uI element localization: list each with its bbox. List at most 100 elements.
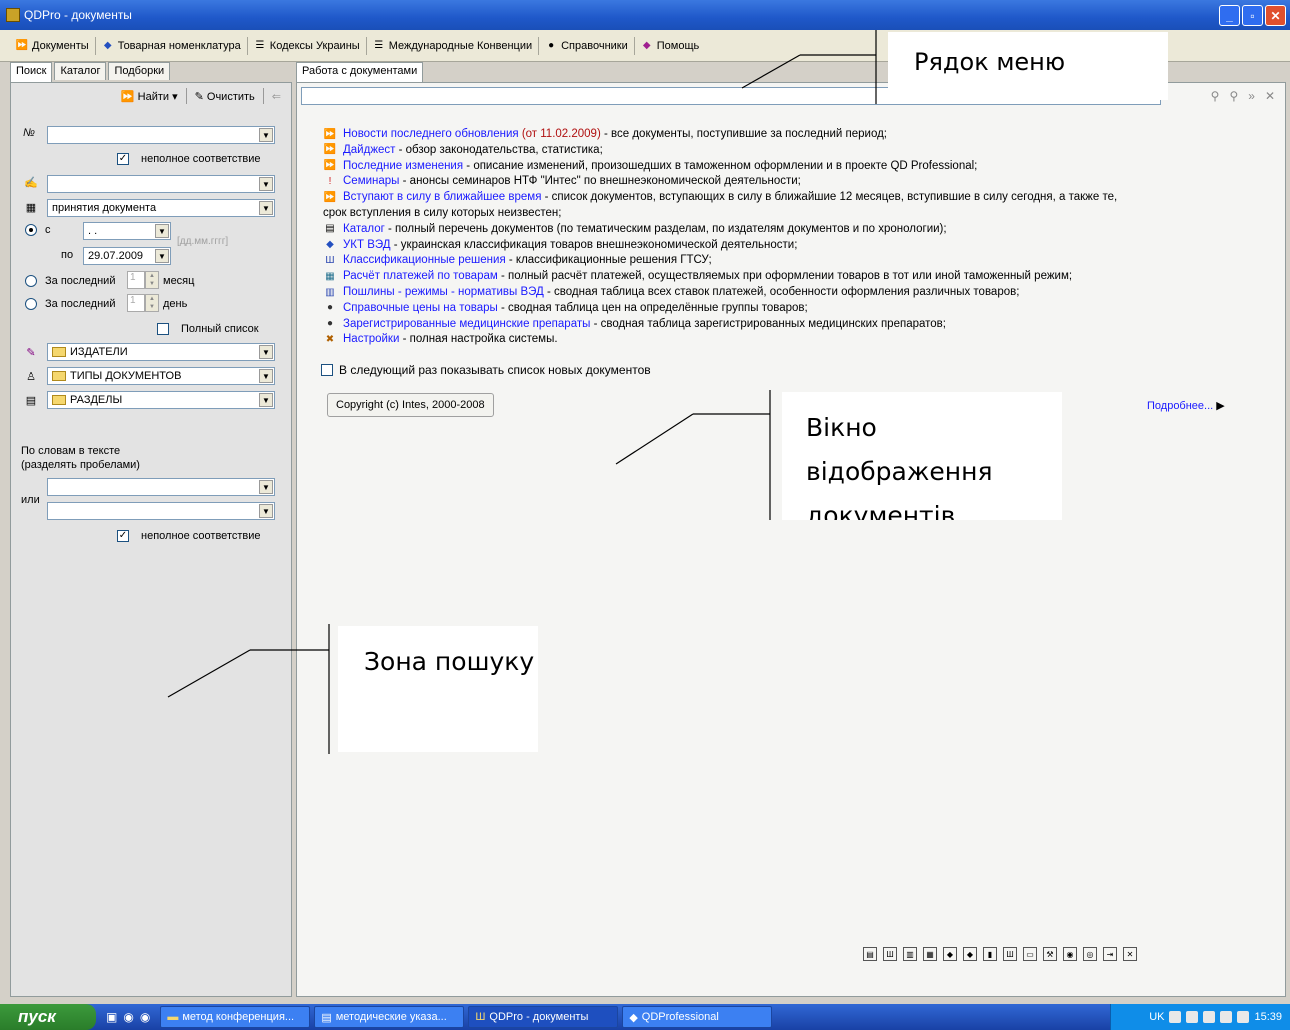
menu-references[interactable]: ● Справочники	[539, 36, 635, 55]
save-icon[interactable]: ▤	[863, 947, 877, 961]
month-stepper[interactable]: ▲ ▼	[145, 271, 159, 289]
menu-conventions[interactable]: ☰ Международные Конвенции	[367, 36, 540, 55]
date-type-combo[interactable]: принятия документа ▼	[47, 199, 275, 217]
find-next-icon[interactable]: ⚲	[1229, 89, 1238, 103]
doc-link[interactable]: Расчёт платежей по товарам	[343, 270, 498, 282]
copyright-button[interactable]: Copyright (c) Intes, 2000-2008	[327, 393, 494, 417]
doc-link[interactable]: Вступают в силу в ближайшее время	[343, 191, 541, 203]
calculator-icon[interactable]: ▦	[923, 947, 937, 961]
catalog-icon[interactable]: ◆	[943, 947, 957, 961]
doc-link[interactable]: Справочные цены на товары	[343, 302, 498, 314]
number-combo[interactable]: ▼	[47, 126, 275, 144]
document-window: ⚲ ⚲ » ✕ ⏩ Новости последнего обновления (…	[296, 82, 1286, 997]
language-indicator[interactable]: UK	[1149, 1011, 1164, 1023]
day-count-input[interactable]: 1	[127, 294, 145, 312]
show-next-checkbox[interactable]	[321, 364, 333, 376]
find-button[interactable]: ⏩ Найти ▾	[121, 90, 178, 103]
arrow-icon[interactable]	[1169, 1011, 1182, 1023]
last-month-radio[interactable]	[25, 275, 37, 287]
doc-link[interactable]: Настройки	[343, 333, 399, 345]
task-qdprofessional[interactable]: ◆ QDProfessional	[622, 1006, 773, 1028]
menu-codes[interactable]: ☰ Кодексы Украины	[248, 36, 367, 55]
doc-link[interactable]: Семинары	[343, 175, 399, 187]
show-next-option[interactable]: В следующий раз показывать список новых …	[321, 363, 651, 377]
desktop-icon[interactable]: ▣	[106, 1010, 117, 1024]
catalog-icon: ▤	[325, 223, 335, 235]
publishers-combo[interactable]: ИЗДАТЕЛИ ▼	[47, 343, 275, 361]
partial-match-checkbox-2[interactable]: ✓	[117, 530, 129, 542]
title-bar[interactable]: QDPro - документы _ ▫ ✕	[0, 0, 1290, 30]
sections-combo[interactable]: РАЗДЕЛЫ ▼	[47, 391, 275, 409]
close-button[interactable]: ✕	[1265, 5, 1286, 26]
to-date-field[interactable]: 29.07.2009 ▼	[83, 247, 171, 265]
from-date-field[interactable]: . . ▼	[83, 222, 171, 240]
tab-search[interactable]: Поиск	[10, 62, 53, 82]
author-combo[interactable]: ▼	[47, 175, 275, 193]
doc-link[interactable]: Последние изменения	[343, 160, 463, 172]
task-folder[interactable]: ▬ метод конференция...	[160, 1006, 311, 1028]
day-stepper[interactable]: ▲ ▼	[145, 294, 159, 312]
words-input-1[interactable]: ▼	[47, 478, 275, 496]
task-word[interactable]: ▤ методические указа...	[314, 1006, 465, 1028]
globe-icon[interactable]: ◉	[1063, 947, 1077, 961]
annotation-text: Зона пошуку	[364, 647, 535, 676]
minimize-button[interactable]: _	[1219, 5, 1240, 26]
menu-nomenclature[interactable]: ◆ Товарная номенклатура	[96, 36, 248, 55]
tools-icon[interactable]: ⚒	[1043, 947, 1057, 961]
doc-link[interactable]: Пошлины - режимы - нормативы ВЭД	[343, 286, 544, 298]
words-hint: (разделять пробелами)	[21, 459, 140, 471]
bookmark-icon[interactable]: ▮	[983, 947, 997, 961]
doc-description: - анонсы семинаров НТФ "Интес" по внешне…	[399, 175, 801, 188]
doc-link[interactable]: Классификационные решения	[343, 254, 506, 266]
network-icon[interactable]	[1220, 1011, 1233, 1023]
eye-icon[interactable]: ◎	[1083, 947, 1097, 961]
app-tray-icon[interactable]	[1186, 1011, 1199, 1023]
menu-help[interactable]: ◆ Помощь	[635, 37, 706, 55]
doc-link[interactable]: Каталог	[343, 223, 385, 235]
doc-link[interactable]: УКТ ВЭД	[343, 239, 391, 251]
doc-link[interactable]: Дайджест	[343, 144, 395, 156]
last-day-radio[interactable]	[25, 298, 37, 310]
menu-label: Товарная номенклатура	[117, 39, 241, 52]
trident-icon: Ш	[325, 254, 335, 266]
back-arrow-icon[interactable]: ⇐	[272, 90, 281, 103]
more-link[interactable]: Подробнее... ▶	[1147, 399, 1225, 412]
words-input-2[interactable]: ▼	[47, 502, 275, 520]
chevron-down-icon: ▼	[259, 128, 273, 142]
tab-selections[interactable]: Подборки	[108, 62, 171, 80]
chart-icon[interactable]: ▥	[903, 947, 917, 961]
folder-icon	[52, 347, 66, 357]
tab-documents-work[interactable]: Работа с документами	[296, 62, 424, 82]
word-icon: ▤	[321, 1011, 332, 1024]
doc-link[interactable]: Новости последнего обновления	[343, 128, 519, 140]
find-text-icon[interactable]: ⚲	[1211, 89, 1220, 103]
exit-icon[interactable]: ⇥	[1103, 947, 1117, 961]
clear-button[interactable]: ✎ Очистить	[195, 90, 255, 103]
menu-documents[interactable]: ⏩ Документы	[10, 36, 96, 55]
tray-icon[interactable]	[1237, 1011, 1250, 1023]
antivirus-icon[interactable]	[1203, 1011, 1216, 1023]
emblem-icon[interactable]: Ш	[1003, 947, 1017, 961]
trident-icon[interactable]: Ш	[883, 947, 897, 961]
doc-description: - украинская классификация товаров внешн…	[390, 238, 798, 251]
task-qdpro[interactable]: Ш QDPro - документы	[468, 1006, 619, 1028]
month-count-input[interactable]: 1	[127, 271, 145, 289]
doc-types-combo[interactable]: ТИПЫ ДОКУМЕНТОВ ▼	[47, 367, 275, 385]
partial-match-checkbox[interactable]: ✓	[117, 153, 129, 165]
tab-catalog[interactable]: Каталог	[54, 62, 107, 80]
start-button[interactable]: пуск	[0, 1004, 96, 1030]
date-type-value: принятия документа	[52, 202, 157, 214]
window-icon[interactable]: ▭	[1023, 947, 1037, 961]
restore-button[interactable]: ▫	[1242, 5, 1263, 26]
full-list-checkbox[interactable]	[157, 323, 169, 335]
close-doc-icon[interactable]: ✕	[1265, 89, 1275, 103]
doc-link[interactable]: Зарегистрированные медицинские препараты	[343, 318, 590, 330]
browser-icon[interactable]: ◉	[140, 1010, 150, 1024]
doc-description: - полный расчёт платежей, осуществляемых…	[497, 270, 1073, 283]
browser-icon[interactable]: ◉	[123, 1010, 133, 1024]
book-icon[interactable]: ◆	[963, 947, 977, 961]
more-chevron-icon[interactable]: »	[1248, 89, 1255, 103]
double-arrow-icon: ⏩	[323, 128, 337, 140]
close-toolbar-icon[interactable]: ✕	[1123, 947, 1137, 961]
range-radio[interactable]	[25, 224, 37, 236]
